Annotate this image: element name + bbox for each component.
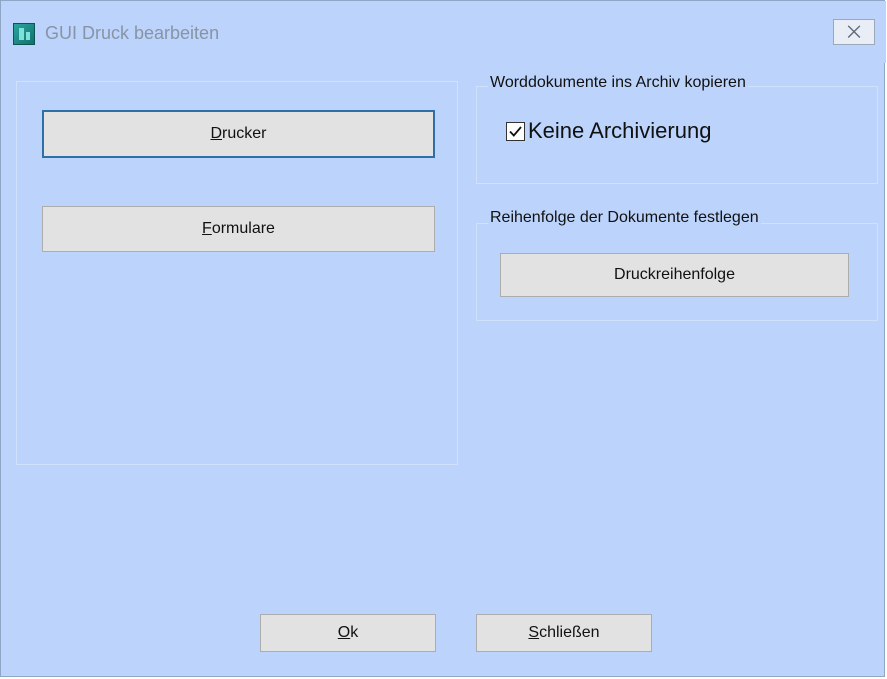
druckreihenfolge-button-label: Druckreihenfolge [614,266,735,283]
schliessen-button-label: chließen [539,624,600,641]
drucker-button-mnemonic: D [210,125,223,142]
formulare-button[interactable]: Formulare [42,206,435,252]
formulare-button-mnemonic: F [202,220,212,237]
dialog-window: GUI Druck bearbeiten ⨉ Drucker Formulare… [0,0,886,677]
drucker-button-label: rucker [222,125,267,142]
keine-archivierung-label: Keine Archivierung [528,118,712,143]
title-bar[interactable]: GUI Druck bearbeiten ⨉ [1,1,886,63]
formulare-button-label: ormulare [211,220,275,237]
schliessen-button-mnemonic: S [528,624,540,641]
window-title: GUI Druck bearbeiten [45,23,220,43]
schliessen-button[interactable]: Schließen [476,614,652,652]
archive-group-label: Worddokumente ins Archiv kopieren [488,74,748,92]
app-icon [13,23,35,45]
keine-archivierung-checkbox[interactable] [506,121,525,141]
ok-button[interactable]: Ok [260,614,436,652]
checkmark-icon [509,125,522,137]
close-window-button[interactable]: ⨉ [833,19,875,45]
drucker-button[interactable]: Drucker [42,110,435,158]
ok-button-label: k [350,624,359,641]
close-icon: ⨉ [847,22,861,42]
keine-archivierung-checkbox-row[interactable]: Keine Archivierung [506,118,711,144]
document-order-group-label: Reihenfolge der Dokumente festlegen [488,209,761,227]
ok-button-mnemonic: O [337,624,351,641]
druckreihenfolge-button[interactable]: Druckreihenfolge [500,253,849,297]
